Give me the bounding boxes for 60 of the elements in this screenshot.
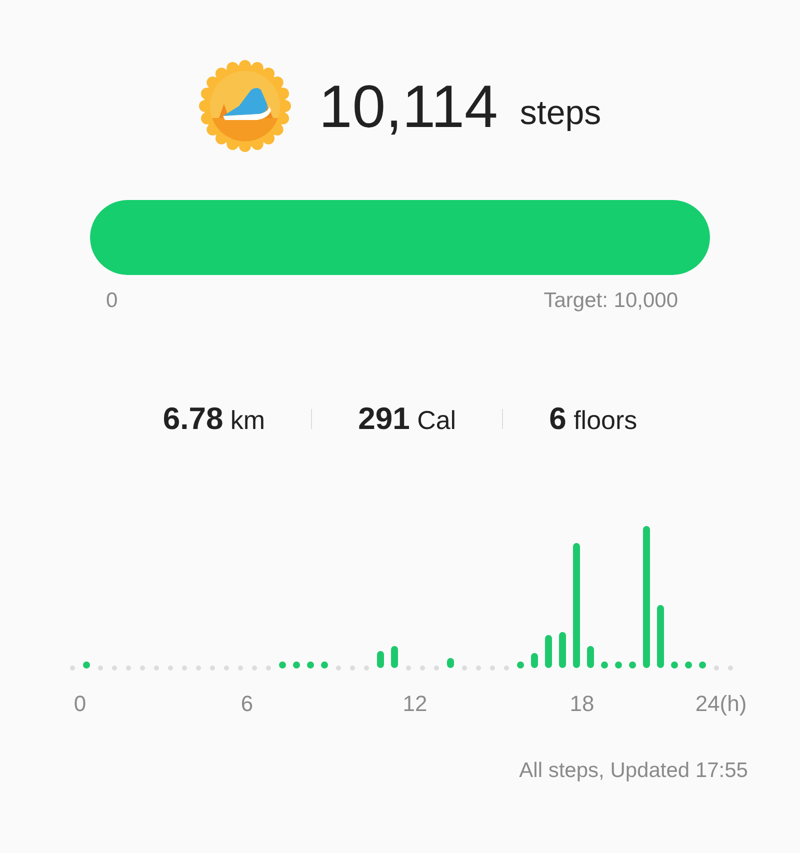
empty-hour-dot bbox=[252, 666, 257, 670]
progress-start-label: 0 bbox=[106, 289, 118, 313]
empty-hour-dot bbox=[154, 666, 159, 670]
stat-value: 291 Cal bbox=[358, 401, 456, 437]
axis-label: 6 bbox=[240, 691, 254, 717]
step-count: 10,114 bbox=[318, 72, 498, 140]
step-bar bbox=[587, 646, 594, 668]
axis-label: 24(h) bbox=[695, 691, 747, 717]
step-dot bbox=[629, 662, 636, 668]
target-label: Target: 10,000 bbox=[544, 289, 678, 313]
stat-value: 6.78 km bbox=[162, 401, 266, 437]
steps-unit: steps bbox=[520, 94, 602, 132]
empty-hour-dot bbox=[476, 666, 481, 670]
step-dot bbox=[699, 662, 706, 668]
empty-hour-dot bbox=[434, 666, 439, 670]
step-dot bbox=[83, 662, 90, 668]
step-bar bbox=[559, 632, 566, 668]
empty-hour-dot bbox=[140, 666, 145, 670]
empty-hour-dot bbox=[462, 666, 467, 670]
step-dot bbox=[671, 662, 678, 668]
axis-label: 0 bbox=[74, 691, 86, 717]
empty-hour-dot bbox=[168, 666, 173, 670]
step-bar bbox=[657, 605, 664, 668]
empty-hour-dot bbox=[126, 666, 131, 670]
step-bar bbox=[531, 653, 538, 668]
empty-hour-dot bbox=[238, 666, 243, 670]
empty-hour-dot bbox=[504, 666, 509, 670]
stat-value: 6 floors bbox=[549, 401, 638, 437]
step-bar bbox=[391, 646, 398, 668]
empty-hour-dot bbox=[350, 666, 355, 670]
empty-hour-dot bbox=[490, 666, 495, 670]
empty-hour-dot bbox=[210, 666, 215, 670]
step-bar bbox=[447, 658, 454, 668]
step-dot bbox=[321, 662, 328, 668]
empty-hour-dot bbox=[196, 666, 201, 670]
updated-note: All steps, Updated 17:55 bbox=[519, 759, 748, 783]
empty-hour-dot bbox=[336, 666, 341, 670]
empty-hour-dot bbox=[406, 666, 411, 670]
axis-label: 12 bbox=[402, 691, 428, 717]
step-dot bbox=[517, 662, 524, 668]
empty-hour-dot bbox=[98, 666, 103, 670]
step-dot bbox=[615, 662, 622, 668]
empty-hour-dot bbox=[728, 666, 733, 670]
empty-hour-dot bbox=[70, 666, 75, 670]
shoe-badge-icon bbox=[198, 60, 291, 152]
axis-label: 18 bbox=[570, 691, 594, 717]
empty-hour-dot bbox=[182, 666, 187, 670]
empty-hour-dot bbox=[364, 666, 369, 670]
step-dot bbox=[307, 662, 314, 668]
step-dot bbox=[293, 662, 300, 668]
step-dot bbox=[601, 662, 608, 668]
empty-hour-dot bbox=[420, 666, 425, 670]
empty-hour-dot bbox=[266, 666, 271, 670]
step-dot bbox=[685, 662, 692, 668]
step-bar bbox=[545, 635, 552, 668]
empty-hour-dot bbox=[224, 666, 229, 670]
empty-hour-dot bbox=[714, 666, 719, 670]
step-bar bbox=[377, 651, 384, 668]
empty-hour-dot bbox=[112, 666, 117, 670]
step-dot bbox=[279, 662, 286, 668]
